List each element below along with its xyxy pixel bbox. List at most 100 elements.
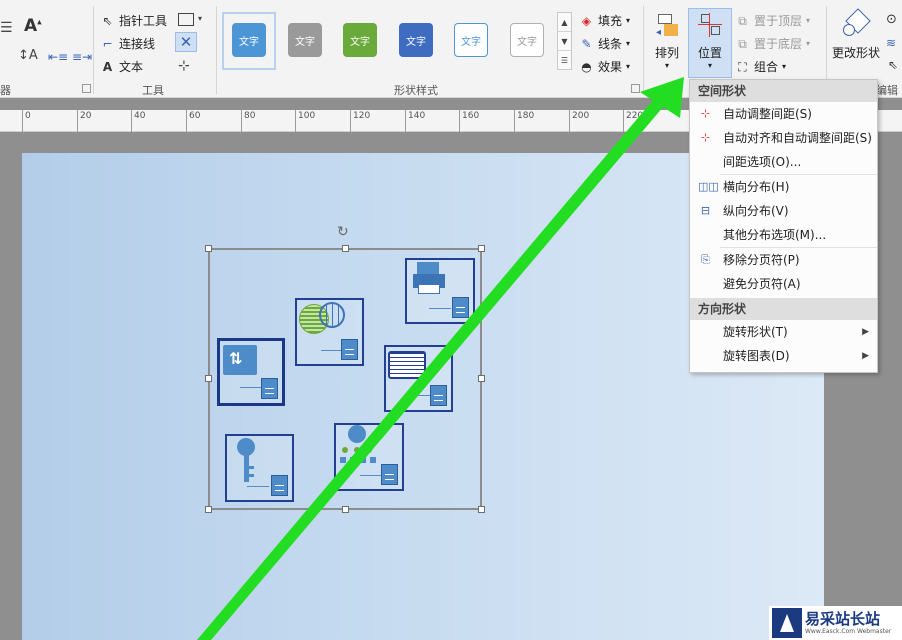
- menu-item-remove-page-breaks[interactable]: ⎘ 移除分页符(P): [690, 248, 877, 272]
- line-button[interactable]: ✎ 线条 ▾: [579, 35, 630, 52]
- chevron-down-icon: ▾: [782, 62, 787, 71]
- text-direction-icon[interactable]: ↕A: [18, 48, 38, 63]
- chevron-down-icon: ▾: [626, 39, 631, 48]
- decrease-indent-icon[interactable]: ⇤≡: [48, 50, 68, 64]
- menu-item-avoid-page-breaks[interactable]: 避免分页符(A): [690, 272, 877, 296]
- printer-shape[interactable]: [405, 258, 475, 324]
- printer-icon: [413, 262, 445, 296]
- list-icon[interactable]: ☰: [0, 20, 13, 36]
- font-grow-icon[interactable]: A▴: [24, 16, 42, 36]
- delete-connector-button[interactable]: ✕: [175, 32, 197, 52]
- menu-item-spacing-options[interactable]: 间距选项(O)...: [690, 150, 877, 174]
- style-swatch-gray-outline[interactable]: 文字: [510, 23, 544, 57]
- menu-item-rotate-diagram[interactable]: 旋转图表(D) ▶: [690, 344, 877, 368]
- arrange-button[interactable]: ◂ 排列 ▾: [651, 10, 683, 70]
- key-shape[interactable]: [225, 434, 294, 502]
- bring-to-front-button[interactable]: ⧉ 置于顶层 ▾: [735, 12, 810, 29]
- rectangle-dropdown-icon[interactable]: ▾: [198, 14, 202, 23]
- ruler-tick: 0: [22, 110, 31, 132]
- ruler-tick: 40: [131, 110, 145, 132]
- ruler-tick: 20: [77, 110, 91, 132]
- resize-handle-e[interactable]: [478, 375, 485, 382]
- send-to-back-button[interactable]: ⧉ 置于底层 ▾: [735, 35, 810, 52]
- effect-label: 效果: [598, 60, 623, 74]
- position-icon: [695, 11, 725, 41]
- distribute-horizontal-icon: ◫◫: [698, 180, 719, 193]
- change-shape-icon: [841, 8, 871, 40]
- folder-transfer-icon: ⇅: [223, 345, 257, 375]
- resize-handle-s[interactable]: [342, 506, 349, 513]
- resize-handle-w[interactable]: [205, 375, 212, 382]
- ruler-tick: 120: [350, 110, 370, 132]
- transfer-shape[interactable]: ⇅: [217, 338, 285, 406]
- style-swatch-green[interactable]: 文字: [343, 23, 377, 57]
- style-swatch-gray[interactable]: 文字: [288, 23, 322, 57]
- position-label: 位置: [697, 46, 722, 60]
- connector-button[interactable]: ⌐ 连接线: [100, 35, 155, 52]
- resize-handle-sw[interactable]: [205, 506, 212, 513]
- watermark-title: 易采站长站: [805, 610, 881, 628]
- change-shape-button[interactable]: 更改形状: [830, 8, 882, 61]
- rotate-handle-icon[interactable]: ↻: [337, 224, 349, 240]
- menu-item-auto-space[interactable]: ⊹ 自动调整间距(S): [690, 102, 877, 126]
- page-break-icon: ⎘: [701, 253, 710, 266]
- find-icon[interactable]: ⊙: [886, 12, 897, 27]
- document-icon: [271, 475, 288, 496]
- pointer-tool-label: 指针工具: [119, 14, 168, 28]
- scroll-up-icon[interactable]: ▲: [558, 13, 571, 32]
- menu-item-label: 避免分页符(A): [723, 277, 801, 291]
- network-shape[interactable]: [334, 423, 404, 491]
- connector-icon: ⌐: [102, 36, 113, 51]
- book-icon: [388, 351, 426, 379]
- network-icon: [340, 425, 380, 471]
- rectangle-tool-button[interactable]: [178, 13, 194, 26]
- menu-item-label: 移除分页符(P): [723, 253, 800, 267]
- ruler-tick: 200: [569, 110, 589, 132]
- group-label: 组合: [754, 60, 779, 74]
- pointer-tool-button[interactable]: ⇖ 指针工具: [100, 12, 167, 29]
- menu-item-rotate-shape[interactable]: 旋转形状(T) ▶: [690, 320, 877, 344]
- launcher-shape-styles[interactable]: [631, 84, 640, 93]
- group-separator: [643, 6, 644, 94]
- group-button[interactable]: ⛶ 组合 ▾: [735, 58, 786, 75]
- shape-style-gallery[interactable]: 文字 文字 文字 文字 文字 文字: [222, 12, 557, 70]
- group-separator: [93, 6, 94, 94]
- layers-icon[interactable]: ≋: [886, 36, 896, 50]
- submenu-arrow-icon: ▶: [862, 351, 869, 361]
- fill-button[interactable]: ◈ 填充 ▾: [579, 12, 630, 29]
- chevron-down-icon: ▾: [806, 39, 811, 48]
- chevron-down-icon: ▾: [806, 16, 811, 25]
- launcher-paragraph[interactable]: [82, 84, 91, 93]
- menu-item-label: 旋转形状(T): [723, 325, 788, 339]
- menu-item-distribute-horizontal[interactable]: ◫◫ 横向分布(H): [690, 175, 877, 199]
- globe-shape[interactable]: [295, 298, 364, 366]
- bring-front-label: 置于顶层: [754, 14, 803, 28]
- menu-item-other-distribute[interactable]: 其他分布选项(M)...: [690, 223, 877, 247]
- more-styles-icon[interactable]: ☰: [558, 51, 571, 70]
- book-shape[interactable]: [384, 345, 453, 412]
- menu-item-label: 间距选项(O)...: [723, 155, 802, 169]
- style-gallery-scroll[interactable]: ▲ ▼ ☰: [557, 12, 572, 70]
- ruler-tick: 180: [514, 110, 534, 132]
- chevron-down-icon: ▾: [626, 16, 631, 25]
- send-back-icon: ⧉: [738, 36, 747, 51]
- resize-handle-se[interactable]: [478, 506, 485, 513]
- menu-item-auto-align-space[interactable]: ⊹ 自动对齐和自动调整间距(S): [690, 126, 877, 150]
- style-swatch-blue[interactable]: 文字: [232, 23, 266, 57]
- text-tool-button[interactable]: A 文本: [100, 58, 143, 75]
- resize-handle-ne[interactable]: [478, 245, 485, 252]
- increase-indent-icon[interactable]: ≡⇥: [72, 50, 92, 64]
- effect-button[interactable]: ◓ 效果 ▾: [579, 58, 630, 75]
- text-tool-label: 文本: [119, 60, 144, 74]
- menu-item-distribute-vertical[interactable]: ⊟ 纵向分布(V): [690, 199, 877, 223]
- arrange-label: 排列: [654, 46, 679, 60]
- style-swatch-darkblue[interactable]: 文字: [399, 23, 433, 57]
- scroll-down-icon[interactable]: ▼: [558, 32, 571, 51]
- position-button[interactable]: 位置 ▾: [688, 8, 732, 78]
- resize-handle-nw[interactable]: [205, 245, 212, 252]
- select-icon[interactable]: ⇖: [888, 58, 898, 72]
- resize-handle-n[interactable]: [342, 245, 349, 252]
- connection-point-icon[interactable]: ⊹: [178, 58, 190, 74]
- effect-icon: ◓: [581, 59, 592, 74]
- style-swatch-blue-outline[interactable]: 文字: [454, 23, 488, 57]
